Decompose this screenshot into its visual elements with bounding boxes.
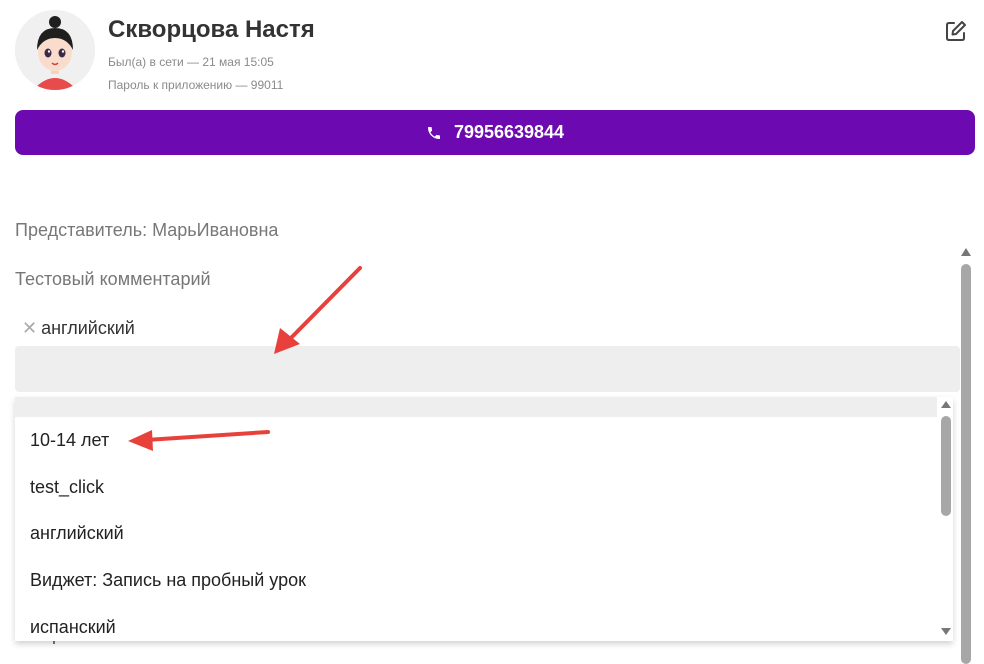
tag-option[interactable]: Виджет: Запись на пробный урок bbox=[30, 570, 306, 591]
tag-search-input[interactable] bbox=[15, 346, 960, 392]
close-icon[interactable]: ✕ bbox=[22, 318, 37, 339]
scroll-down-icon[interactable] bbox=[941, 628, 951, 635]
dropdown-scrollbar[interactable] bbox=[939, 397, 953, 641]
scroll-up-icon[interactable] bbox=[941, 401, 951, 408]
dropdown-highlight bbox=[15, 397, 937, 417]
comment: Тестовый комментарий bbox=[15, 269, 211, 289]
scroll-up-icon[interactable] bbox=[961, 248, 971, 256]
tag-dropdown[interactable]: 10-14 лет test_click английский Виджет: … bbox=[15, 397, 953, 641]
phone-icon bbox=[427, 126, 440, 139]
representative: Представитель: МарьИвановна bbox=[15, 220, 279, 240]
avatar bbox=[15, 10, 95, 90]
tag-option[interactable]: test_click bbox=[30, 477, 104, 498]
tag-option[interactable]: испанский bbox=[30, 617, 116, 638]
edit-icon[interactable] bbox=[944, 19, 968, 43]
annotation-arrow-icon bbox=[274, 266, 362, 354]
phone-number: 79956639844 bbox=[453, 122, 565, 142]
app-password: Пароль к приложению — 99011 bbox=[108, 78, 284, 92]
profile-name: Скворцова Настя bbox=[108, 16, 315, 43]
tag-option[interactable]: английский bbox=[30, 523, 124, 544]
selected-tag-label: английский bbox=[41, 318, 135, 338]
scroll-thumb[interactable] bbox=[961, 264, 971, 664]
page-scrollbar[interactable] bbox=[958, 246, 974, 664]
last-seen: Был(а) в сети — 21 мая 15:05 bbox=[108, 55, 274, 69]
tag-option[interactable]: 10-14 лет bbox=[30, 430, 109, 451]
selected-tag: ✕ английский bbox=[22, 318, 135, 339]
dropdown-scroll-thumb[interactable] bbox=[941, 416, 951, 516]
call-button[interactable]: 79956639844 bbox=[15, 110, 975, 155]
